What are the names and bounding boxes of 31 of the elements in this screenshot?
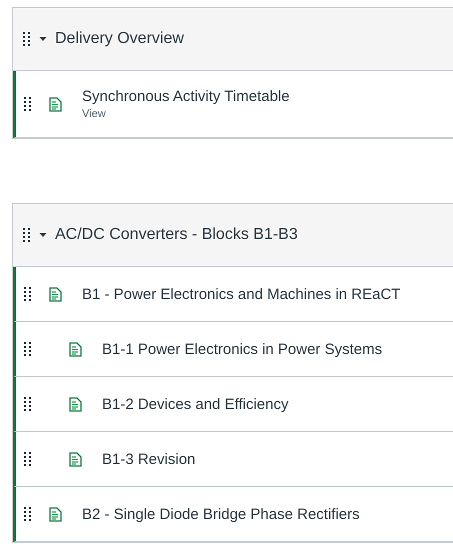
item-title[interactable]: B2 - Single Diode Bridge Phase Rectifiers: [82, 506, 360, 522]
drag-handle-icon[interactable]: [23, 228, 31, 242]
module-item[interactable]: B1 - Power Electronics and Machines in REaCT: [13, 267, 453, 322]
drag-handle-icon[interactable]: [24, 287, 32, 301]
page-icon: [49, 286, 62, 302]
module-item[interactable]: Synchronous Activity Timetable View: [13, 71, 453, 138]
page-icon: [49, 96, 62, 112]
item-title[interactable]: Synchronous Activity Timetable: [82, 88, 290, 105]
module-item[interactable]: B2 - Single Diode Bridge Phase Rectifiers: [13, 487, 453, 542]
module-title: Delivery Overview: [55, 30, 184, 48]
view-label: View: [82, 108, 107, 120]
caret-icon[interactable]: [39, 36, 47, 42]
module-item[interactable]: B1-1 Power Electronics in Power Systems: [13, 322, 453, 377]
page-icon: [69, 342, 82, 356]
page-icon: [69, 452, 82, 466]
item-title[interactable]: B1 - Power Electronics and Machines in REaCT: [82, 286, 400, 302]
item-title[interactable]: B1-2 Devices and Efficiency: [102, 396, 288, 412]
drag-handle-icon[interactable]: [24, 397, 32, 411]
drag-handle-icon[interactable]: [24, 507, 32, 521]
module-title: AC/DC Converters - Blocks B1-B3: [55, 226, 298, 244]
item-title[interactable]: B1-3 Revision: [102, 450, 196, 468]
drag-handle-icon[interactable]: [24, 342, 32, 356]
drag-handle-icon[interactable]: [23, 32, 31, 46]
drag-handle-icon[interactable]: [24, 97, 32, 111]
module-item[interactable]: B1-3 Revision: [13, 432, 453, 487]
page-icon: [49, 506, 62, 522]
page-icon: [69, 396, 82, 412]
item-title[interactable]: B1-1 Power Electronics in Power Systems: [102, 340, 382, 358]
drag-handle-icon[interactable]: [24, 452, 32, 466]
caret-icon[interactable]: [39, 232, 47, 238]
module-item[interactable]: B1-2 Devices and Efficiency: [13, 377, 453, 432]
